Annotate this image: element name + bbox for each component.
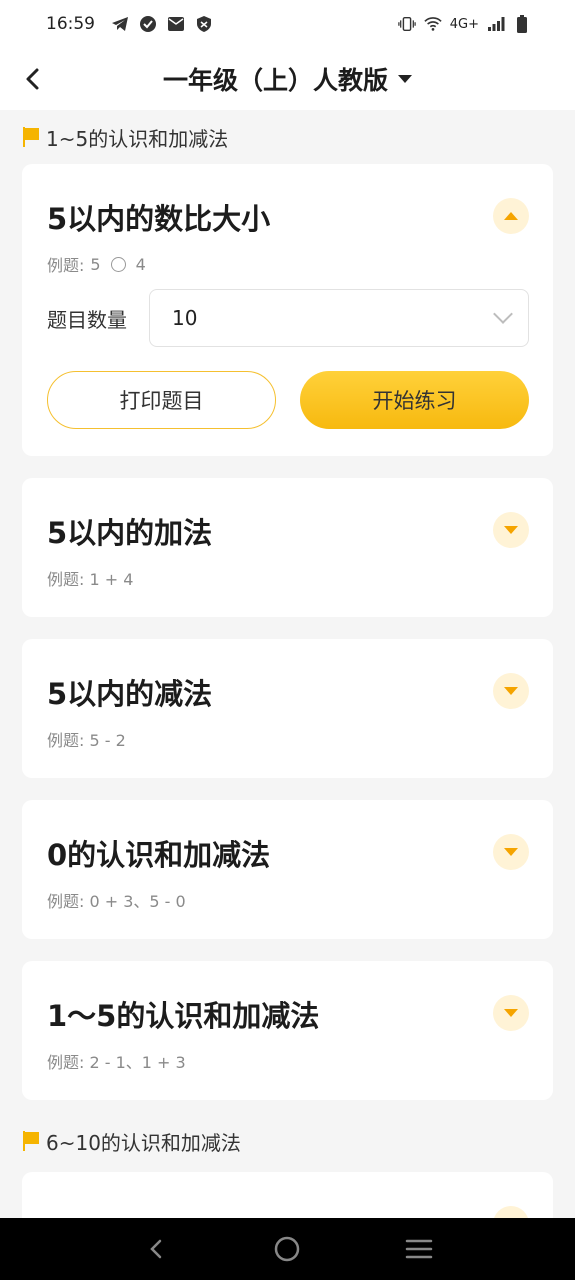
- compare-circle-icon: [110, 256, 126, 272]
- card-title: 5以内的数比大小: [47, 202, 271, 236]
- section-header: 1~5的认识和加减法: [0, 110, 575, 164]
- wifi-icon: [424, 15, 442, 33]
- flag-icon: [23, 127, 39, 147]
- quantity-label: 题目数量: [47, 307, 127, 332]
- card-example: 例题: 5 4: [47, 252, 146, 276]
- chevron-down-icon: [504, 848, 518, 856]
- card-example: 例题: 5 - 2: [47, 731, 126, 750]
- chevron-down-icon: [504, 1009, 518, 1017]
- page-title: 一年级（上）人教版: [162, 66, 388, 95]
- nav-back-button[interactable]: [136, 1229, 176, 1269]
- shield-icon: [195, 15, 213, 33]
- example-prefix: 例题:: [47, 256, 85, 275]
- section-header: 6~10的认识和加减法: [0, 1114, 575, 1168]
- card-example: 例题: 1 + 4: [47, 570, 134, 589]
- expand-toggle-button[interactable]: [493, 673, 529, 709]
- caret-down-icon: [398, 75, 412, 83]
- quantity-row: 题目数量 10: [47, 289, 529, 347]
- chevron-up-icon: [504, 212, 518, 220]
- exercise-card[interactable]: 5以内的减法 例题: 5 - 2: [22, 639, 553, 778]
- check-badge-icon: [139, 15, 157, 33]
- signal-icon: [487, 15, 505, 33]
- content-list[interactable]: 1~5的认识和加减法 5以内的数比大小 例题: 5 4 题目数量 10 打印题目…: [0, 110, 575, 1218]
- chevron-down-icon: [493, 304, 513, 324]
- quantity-value: 10: [172, 306, 198, 330]
- collapse-toggle-button[interactable]: [493, 198, 529, 234]
- grade-selector[interactable]: 一年级（上）人教版: [163, 61, 412, 97]
- action-row: 打印题目 开始练习: [47, 371, 529, 429]
- nav-home-button[interactable]: [267, 1229, 307, 1269]
- card-title: 0的认识和加减法: [47, 838, 271, 872]
- card-title: 1～5的认识和加减法: [47, 999, 320, 1033]
- exercise-card[interactable]: 1～5的认识和加减法 例题: 2 - 1、1 + 3: [22, 961, 553, 1100]
- chevron-down-icon: [504, 526, 518, 534]
- app-bar: 一年级（上）人教版: [0, 48, 575, 110]
- section-title: 1~5的认识和加减法: [46, 126, 229, 151]
- expand-toggle-button[interactable]: [493, 834, 529, 870]
- status-time: 16:59: [46, 14, 95, 34]
- battery-icon: [513, 15, 531, 33]
- card-title: 5以内的减法: [47, 677, 213, 711]
- print-button[interactable]: 打印题目: [47, 371, 276, 429]
- system-nav-bar: [0, 1218, 575, 1280]
- card-title: 5以内的加法: [47, 516, 213, 550]
- exercise-card[interactable]: 5以内的加法 例题: 1 + 4: [22, 478, 553, 617]
- back-arrow-icon: [26, 68, 39, 90]
- telegram-icon: [111, 15, 129, 33]
- expand-toggle-button[interactable]: [493, 512, 529, 548]
- chevron-down-icon: [504, 687, 518, 695]
- mail-icon: [167, 15, 185, 33]
- network-type: 4G+: [449, 16, 479, 32]
- card-example: 例题: 0 + 3、5 - 0: [47, 892, 186, 911]
- back-button[interactable]: [18, 64, 48, 94]
- expand-toggle-button[interactable]: [493, 995, 529, 1031]
- nav-menu-icon: [405, 1239, 433, 1259]
- exercise-card[interactable]: 0的认识和加减法 例题: 0 + 3、5 - 0: [22, 800, 553, 939]
- quantity-select[interactable]: 10: [149, 289, 529, 347]
- start-practice-button[interactable]: 开始练习: [300, 371, 529, 429]
- status-right: 4G+: [398, 15, 531, 33]
- status-bar: 16:59 4G+: [0, 0, 575, 48]
- nav-back-icon: [150, 1239, 162, 1259]
- expand-toggle-button[interactable]: [493, 1206, 529, 1218]
- section-title: 6~10的认识和加减法: [46, 1130, 241, 1155]
- nav-menu-button[interactable]: [399, 1229, 439, 1269]
- card-example: 例题: 2 - 1、1 + 3: [47, 1053, 186, 1072]
- exercise-card-partial[interactable]: [22, 1172, 553, 1218]
- flag-icon: [23, 1131, 39, 1151]
- example-right: 4: [135, 254, 146, 274]
- nav-home-icon: [275, 1236, 300, 1262]
- vibrate-icon: [398, 15, 416, 33]
- exercise-card[interactable]: 5以内的数比大小 例题: 5 4 题目数量 10 打印题目 开始练习: [22, 164, 553, 456]
- example-left: 5: [90, 254, 101, 274]
- status-left: 16:59: [46, 14, 213, 34]
